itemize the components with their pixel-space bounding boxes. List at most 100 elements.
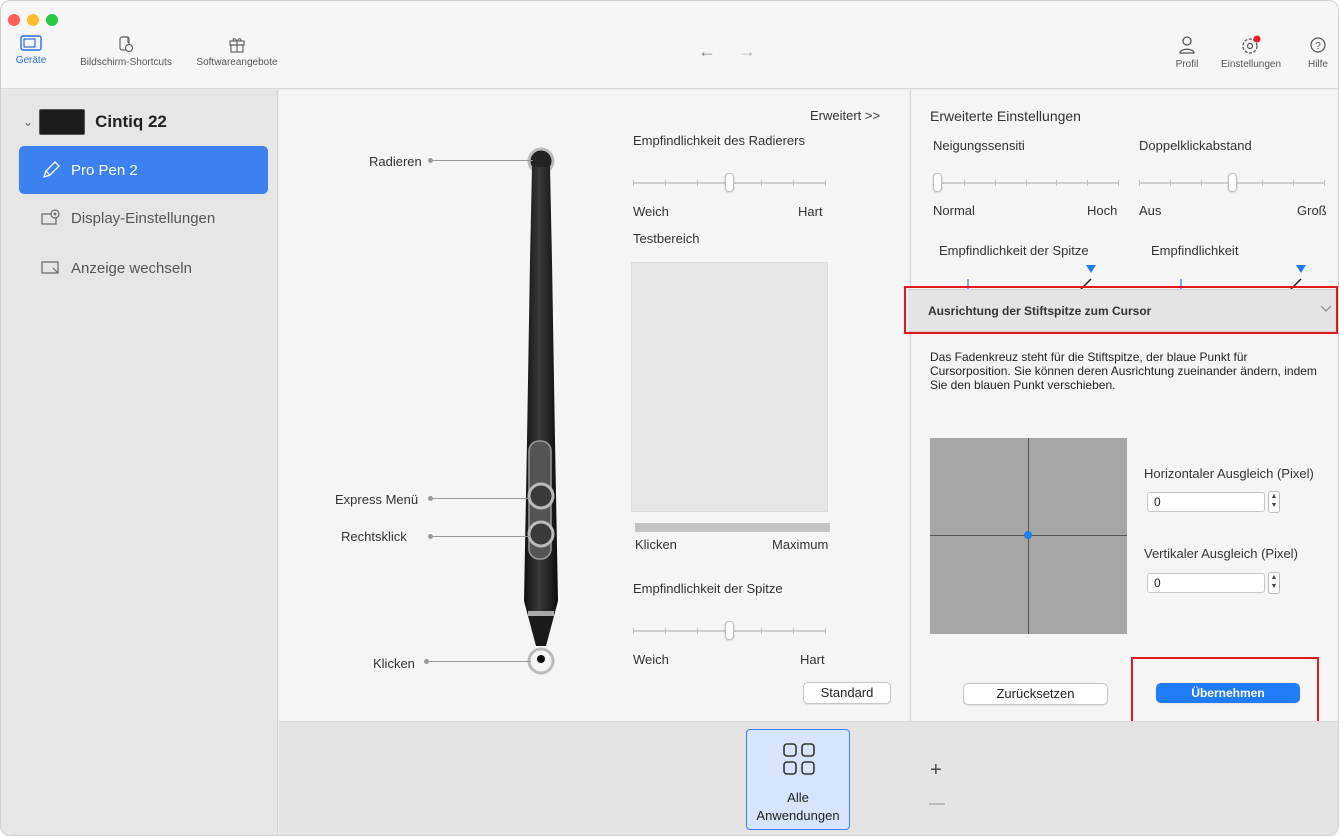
slider-tick <box>665 180 666 186</box>
slider-tick <box>1087 180 1088 186</box>
pressure-min-label: Klicken <box>635 537 677 552</box>
tip-min-label: Weich <box>633 652 669 667</box>
eraser-label: Radieren <box>369 154 422 169</box>
slider-tick <box>793 180 794 186</box>
slider-tick <box>697 180 698 186</box>
tilt-sensitivity-slider[interactable] <box>933 173 1119 192</box>
app-window: Geräte Bildschirm-Shortcuts Softwareange… <box>0 0 1339 836</box>
leader-line <box>433 498 531 499</box>
sidebar-item-pro-pen-2[interactable]: Pro Pen 2 <box>19 146 268 194</box>
help-label: Hilfe <box>1307 59 1328 70</box>
svg-text:?: ? <box>1315 41 1321 52</box>
advanced-link[interactable]: Erweitert >> <box>810 108 880 123</box>
pro-pen-illustration <box>524 147 558 675</box>
sidebar-item-label: Anzeige wechseln <box>71 259 192 277</box>
all-apps-label-1: Alle <box>787 790 809 805</box>
standard-button[interactable]: Standard <box>803 682 891 704</box>
crosshair-area[interactable] <box>930 438 1127 634</box>
profile-label: Profil <box>1175 59 1199 70</box>
settings-gear-icon <box>1214 35 1288 55</box>
eraser-max-label: Hart <box>798 204 823 219</box>
slider-knob[interactable] <box>933 173 942 192</box>
slider-tick <box>1170 180 1171 186</box>
leader-line <box>433 536 531 537</box>
tip-max-label: Hart <box>800 652 825 667</box>
tilt-min-label: Normal <box>933 203 975 218</box>
device-row-cintiq[interactable]: ⌄ Cintiq 22 <box>23 109 167 135</box>
all-applications-button[interactable]: Alle Anwendungen <box>746 729 850 830</box>
tab-geraete[interactable]: Geräte <box>11 35 51 66</box>
settings-button[interactable]: Einstellungen <box>1214 35 1288 70</box>
vertical-offset-field[interactable]: 0 <box>1147 573 1265 593</box>
slider-tick <box>665 628 666 634</box>
eraser-sensitivity-slider[interactable] <box>633 173 826 192</box>
tab-softwareangebote[interactable]: Softwareangebote <box>195 35 279 68</box>
leader-line <box>429 661 531 662</box>
slider-tick <box>793 628 794 634</box>
tilt-sensitivity-title: Neigungssensiti <box>933 138 1025 153</box>
slider-tick <box>995 180 996 186</box>
horizontal-offset-stepper[interactable]: ▲ ▼ <box>1268 491 1280 513</box>
click-label: Klicken <box>373 656 415 671</box>
minimize-window-button[interactable] <box>27 14 39 26</box>
chevron-down-icon[interactable]: ⌄ <box>23 115 33 129</box>
highlight-box <box>904 286 1338 334</box>
forward-button[interactable]: → <box>738 41 756 62</box>
tab-bildschirm-shortcuts-label: Bildschirm-Shortcuts <box>80 57 172 68</box>
slider-tick <box>1139 180 1140 186</box>
slider-knob[interactable] <box>725 621 734 640</box>
slider-tick <box>1056 180 1057 186</box>
slider-knob[interactable] <box>1228 173 1237 192</box>
express-menu-label: Express Menü <box>335 492 419 507</box>
pressure-bar <box>635 523 830 532</box>
sidebar-item-label: Display-Einstellungen <box>71 209 216 227</box>
tilt-max-label: Hoch <box>1087 203 1118 218</box>
add-application-button[interactable]: + <box>930 759 942 782</box>
profile-icon <box>1167 35 1207 55</box>
slider-tick <box>825 628 826 634</box>
pressure-max-label: Maximum <box>772 537 829 552</box>
horizontal-offset-label: Horizontaler Ausgleich (Pixel) <box>1144 466 1314 481</box>
test-area-title: Testbereich <box>633 231 700 246</box>
slider-tick <box>697 628 698 634</box>
vertical-offset-label: Vertikaler Ausgleich (Pixel) <box>1144 546 1298 561</box>
help-icon: ? <box>1303 35 1333 55</box>
marker-triangle-icon <box>1086 265 1096 273</box>
back-button[interactable]: ← <box>698 41 716 62</box>
remove-application-button[interactable]: — <box>929 795 945 813</box>
vertical-offset-stepper[interactable]: ▲ ▼ <box>1268 572 1280 594</box>
zoom-window-button[interactable] <box>46 14 58 26</box>
sensitivity-label-right: Empfindlichkeit <box>1151 243 1239 258</box>
double-click-title: Doppelklickabstand <box>1139 138 1252 153</box>
double-click-max-label: Groß <box>1297 203 1327 218</box>
sidebar-item-label: Pro Pen 2 <box>71 161 138 179</box>
reset-button[interactable]: Zurücksetzen <box>963 683 1108 705</box>
horizontal-offset-field[interactable]: 0 <box>1147 492 1265 512</box>
tip-sensitivity-slider[interactable] <box>633 621 826 640</box>
slider-tick <box>1324 180 1325 186</box>
tip-sensitivity-label-right: Empfindlichkeit der Spitze <box>939 243 1089 258</box>
pen-icon <box>41 160 61 180</box>
highlight-box <box>1131 657 1319 728</box>
help-button[interactable]: ? Hilfe <box>1303 35 1333 70</box>
marker-triangle-icon <box>1296 265 1306 273</box>
settings-label: Einstellungen <box>1220 59 1282 70</box>
sidebar-item-anzeige-wechseln[interactable]: Anzeige wechseln <box>19 244 268 292</box>
alignment-description: Das Fadenkreuz steht für die Stiftspitze… <box>930 350 1317 392</box>
cursor-offset-dot[interactable] <box>1024 531 1032 539</box>
tab-softwareangebote-label: Softwareangebote <box>196 57 278 68</box>
test-area[interactable] <box>631 262 828 512</box>
profile-button[interactable]: Profil <box>1167 35 1207 70</box>
double-click-slider[interactable] <box>1139 173 1325 192</box>
slider-tick <box>825 180 826 186</box>
sidebar-item-display-einstellungen[interactable]: Display-Einstellungen <box>19 194 268 242</box>
slider-tick <box>1118 180 1119 186</box>
slider-tick <box>1201 180 1202 186</box>
slider-tick <box>964 180 965 186</box>
tab-geraete-label: Geräte <box>15 55 47 66</box>
slider-tick <box>761 180 762 186</box>
slider-knob[interactable] <box>725 173 734 192</box>
back-arrow-icon: ← <box>698 41 716 61</box>
tab-bildschirm-shortcuts[interactable]: Bildschirm-Shortcuts <box>69 35 183 68</box>
close-window-button[interactable] <box>8 14 20 26</box>
